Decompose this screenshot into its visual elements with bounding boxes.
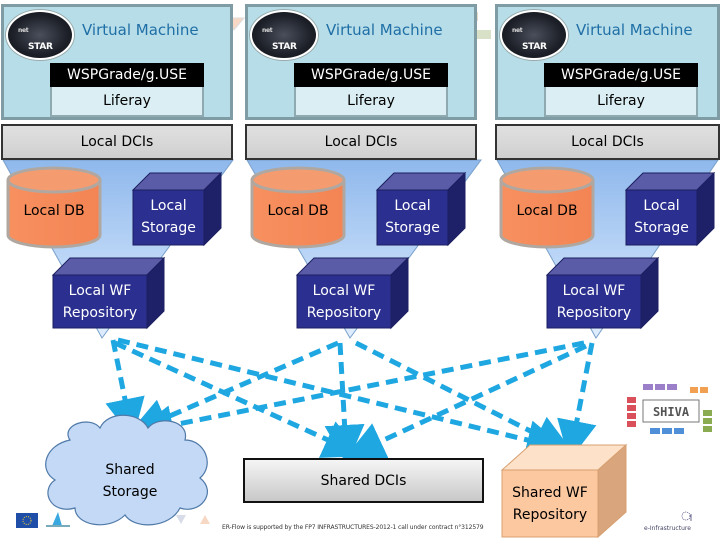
label-line: Local WF [312,283,376,299]
shiva-logo: SHIVA [627,384,712,434]
decor-rect-2 [477,30,491,39]
framework-label: Liferay [294,87,448,117]
label-line: Local [394,198,431,214]
local-db-label-2: Local DB [267,203,329,219]
label-line: Repository [512,507,588,523]
label-line: Shared [105,462,155,478]
local-storage-label-3: Local Storage [626,195,697,239]
shared-dcis: Shared DCIs [243,458,484,503]
label-line: Storage [634,220,689,236]
footer-support-text: ER-Flow is supported by the FP7 INFRASTR… [222,524,484,531]
label-line: Local WF [68,283,132,299]
shared-storage-label: Shared Storage [80,459,180,503]
label-line: Storage [141,220,196,236]
decor-triangle-bottom-2 [200,515,210,524]
virtual-machine-1: STAR net Virtual Machine WSPGrade/g.USE L… [1,4,233,120]
label-line: Local [643,198,680,214]
starnet-logo: STAR net [250,10,318,60]
virtual-machine-2: STAR net Virtual Machine WSPGrade/g.USE L… [245,4,477,120]
logo-text: STAR [522,42,547,52]
local-wf-repo-label-2: Local WF Repository [297,280,391,324]
svg-text:SHIVA: SHIVA [653,405,690,419]
e-infrastructure-icon [681,511,692,521]
vm-title: Virtual Machine [576,21,693,39]
local-wf-repo-label-3: Local WF Repository [547,280,641,324]
portal-label: WSPGrade/g.USE [50,63,204,87]
label-line: Storage [385,220,440,236]
shared-wf-repo-label: Shared WF Repository [502,482,598,526]
local-storage-label-2: Local Storage [377,195,448,239]
label-line: Repository [306,305,382,321]
framework-label: Liferay [544,87,698,117]
local-dcis-1: Local DCIs [1,124,233,160]
label-line: Local [150,198,187,214]
logo-sup: net [512,27,523,34]
label-line: Repository [62,305,138,321]
label-line: Repository [556,305,632,321]
framework-label: Liferay [50,87,204,117]
local-dcis-2: Local DCIs [245,124,477,160]
starnet-logo: STAR net [6,10,74,60]
vm-title: Virtual Machine [82,21,199,39]
logo-sup: net [262,27,273,34]
vm-title: Virtual Machine [326,21,443,39]
local-db-label-1: Local DB [23,203,85,219]
e-infrastructure-label: e-Infrastructure [644,525,691,532]
local-dcis-3: Local DCIs [495,124,720,160]
arrow-repo2-wfrepo [354,340,574,453]
label-line: Shared WF [512,485,588,501]
label-line: Storage [102,484,158,500]
logo-text: STAR [28,42,53,52]
arrow-repo1-storage [105,339,145,439]
local-wf-repo-label-1: Local WF Repository [53,280,147,324]
water-logo-icon [46,512,70,527]
arrow-repo3-storage [133,340,585,445]
local-db-label-3: Local DB [516,203,578,219]
virtual-machine-3: STAR net Virtual Machine WSPGrade/g.USE L… [495,4,720,120]
portal-label: WSPGrade/g.USE [294,63,448,87]
logo-text: STAR [272,42,297,52]
local-storage-label-1: Local Storage [133,195,204,239]
logo-sup: net [18,27,29,34]
label-line: Local WF [562,283,626,299]
eu-flag-icon [16,513,38,528]
arrow-repo3-wfrepo [557,342,597,461]
decor-triangle-bottom-1 [176,515,186,524]
portal-label: WSPGrade/g.USE [544,63,698,87]
starnet-logo: STAR net [500,10,568,60]
